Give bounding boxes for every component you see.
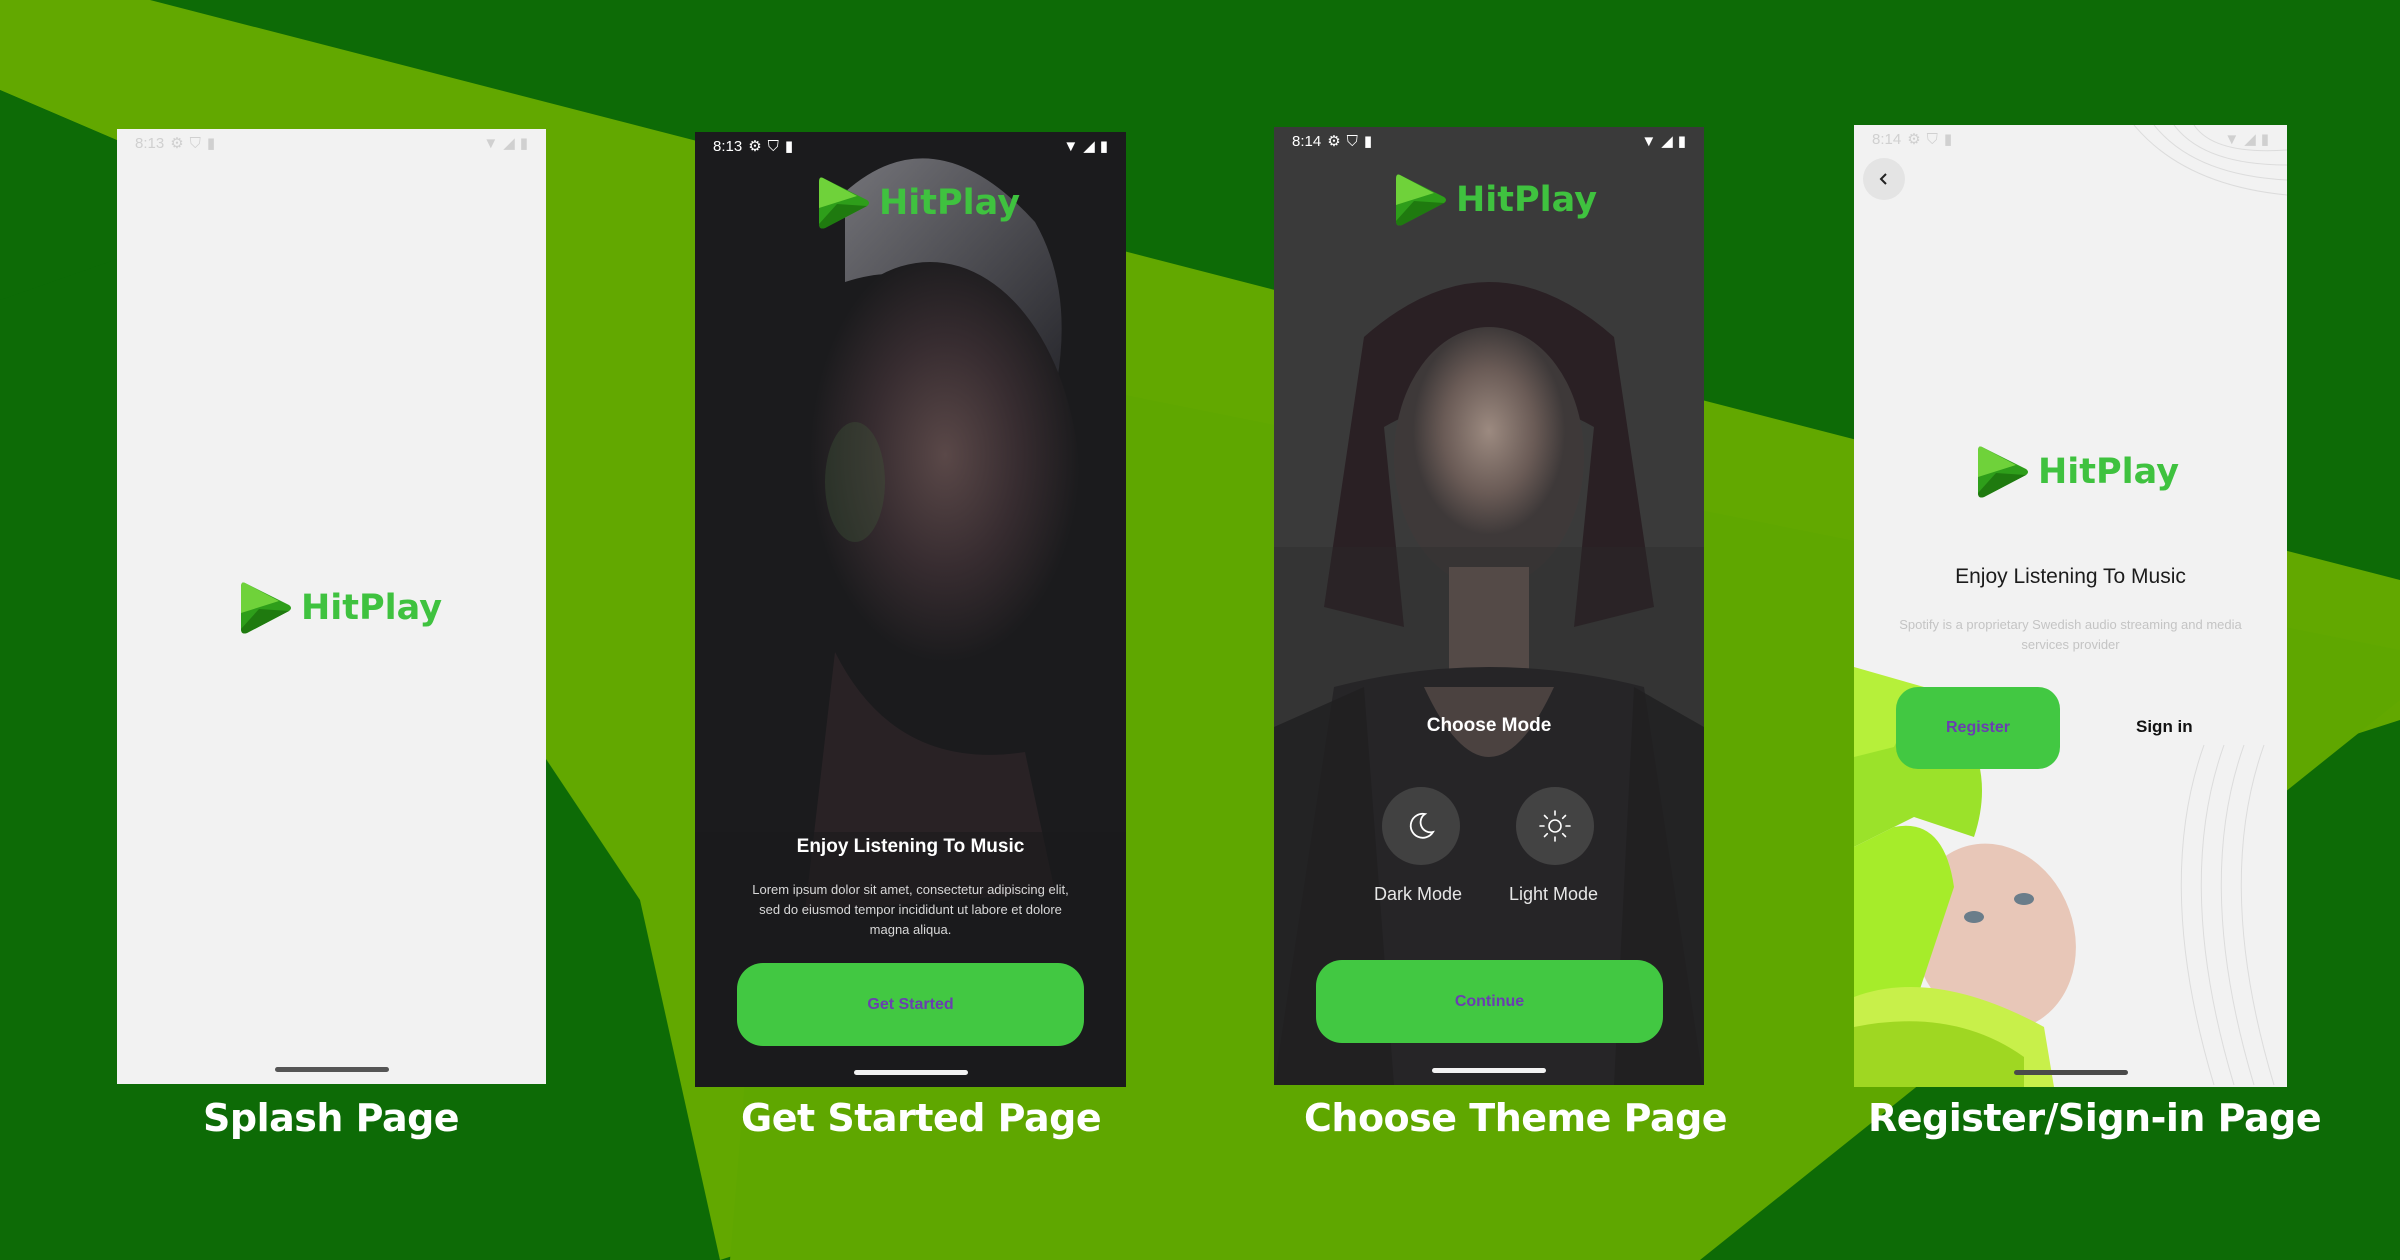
light-mode-toggle[interactable]	[1516, 787, 1594, 865]
chevron-left-icon	[1879, 173, 1887, 185]
app-logo: HitPlay	[239, 579, 442, 637]
register-screen: 8:14 ⚙ ⛉ ▮ ▼ ◢ ▮ HitPlay Enjoy Listening…	[1854, 125, 2287, 1087]
app-logo: HitPlay	[1976, 443, 2179, 501]
choose-theme-screen: 8:14 ⚙ ⛉ ▮ ▼ ◢ ▮ HitPlay Choose Mode Dar…	[1274, 127, 1704, 1085]
app-name: HitPlay	[879, 183, 1021, 223]
settings-icon: ⚙	[170, 135, 184, 152]
description: Spotify is a proprietary Swedish audio s…	[1899, 617, 2242, 652]
status-bar: 8:14 ⚙ ⛉ ▮ ▼ ◢ ▮	[1274, 127, 1704, 155]
wifi-icon: ▼	[483, 134, 499, 152]
wifi-icon: ▼	[2224, 130, 2240, 148]
play-logo-icon	[819, 177, 869, 229]
sim-icon: ▮	[1363, 133, 1373, 150]
back-button[interactable]	[1863, 158, 1905, 200]
app-name: HitPlay	[1456, 180, 1598, 220]
app-name: HitPlay	[301, 588, 443, 628]
moon-icon	[1409, 812, 1435, 839]
signal-icon: ◢	[503, 135, 515, 152]
signal-icon: ◢	[1661, 133, 1673, 150]
status-bar: 8:14 ⚙ ⛉ ▮ ▼ ◢ ▮	[1854, 125, 2287, 153]
battery-icon: ▮	[1099, 138, 1108, 155]
app-logo: HitPlay	[1394, 171, 1597, 229]
heading: Choose Mode	[1426, 715, 1552, 736]
signal-icon: ◢	[1083, 138, 1095, 155]
artist-photo	[1274, 127, 1704, 1085]
play-logo-icon	[1396, 174, 1446, 226]
dark-mode-label: Dark Mode	[1374, 884, 1463, 904]
settings-icon: ⚙	[1327, 133, 1341, 150]
get-started-button[interactable]: Get Started	[737, 963, 1084, 1046]
settings-icon: ⚙	[748, 138, 762, 155]
sign-in-link[interactable]: Sign in	[2136, 717, 2193, 737]
play-logo-icon	[1978, 446, 2028, 498]
caption-register: Register/Sign-in Page	[1868, 1096, 2322, 1140]
light-mode-label: Light Mode	[1509, 884, 1599, 904]
home-indicator[interactable]	[2013, 1070, 2128, 1075]
app-logo: HitPlay	[817, 174, 1020, 232]
settings-icon: ⚙	[1907, 131, 1921, 148]
description: Lorem ipsum dolor sit amet, consectetur …	[752, 882, 1069, 937]
shield-icon: ⛉	[1346, 132, 1358, 150]
heading: Enjoy Listening To Music	[1955, 565, 2186, 588]
status-bar: 8:13 ⚙ ⛉ ▮ ▼ ◢ ▮	[117, 129, 546, 157]
status-time: 8:13	[135, 134, 165, 152]
play-logo-icon	[241, 582, 291, 634]
home-indicator[interactable]	[853, 1070, 968, 1075]
get-started-screen: 8:13 ⚙ ⛉ ▮ ▼ ◢ ▮ HitPlay Enjoy Listening…	[695, 132, 1126, 1087]
shield-icon: ⛉	[189, 134, 201, 152]
status-time: 8:14	[1292, 132, 1322, 150]
shield-icon: ⛉	[767, 137, 779, 155]
sun-icon	[1539, 810, 1571, 842]
splash-screen: 8:13 ⚙ ⛉ ▮ ▼ ◢ ▮ HitPlay	[117, 129, 546, 1084]
caption-splash: Splash Page	[203, 1096, 460, 1140]
artist-photo	[695, 132, 1126, 1087]
status-bar: 8:13 ⚙ ⛉ ▮ ▼ ◢ ▮	[695, 132, 1126, 160]
heading: Enjoy Listening To Music	[796, 836, 1025, 857]
battery-icon: ▮	[1677, 133, 1686, 150]
battery-icon: ▮	[519, 135, 528, 152]
signal-icon: ◢	[2244, 131, 2256, 148]
shield-icon: ⛉	[1926, 130, 1938, 148]
register-button[interactable]: Register	[1896, 687, 2060, 769]
status-time: 8:14	[1872, 130, 1902, 148]
status-time: 8:13	[713, 137, 743, 155]
battery-icon: ▮	[2260, 131, 2269, 148]
caption-choose-theme: Choose Theme Page	[1304, 1096, 1728, 1140]
wifi-icon: ▼	[1641, 132, 1657, 150]
sim-icon: ▮	[1943, 131, 1953, 148]
sim-icon: ▮	[784, 138, 794, 155]
home-indicator[interactable]	[1432, 1068, 1546, 1073]
dark-mode-toggle[interactable]	[1382, 787, 1460, 865]
continue-button[interactable]: Continue	[1316, 960, 1663, 1043]
sim-icon: ▮	[206, 135, 216, 152]
app-name: HitPlay	[2038, 452, 2180, 492]
home-indicator[interactable]	[274, 1067, 389, 1072]
wifi-icon: ▼	[1063, 137, 1079, 155]
caption-get-started: Get Started Page	[741, 1096, 1102, 1140]
